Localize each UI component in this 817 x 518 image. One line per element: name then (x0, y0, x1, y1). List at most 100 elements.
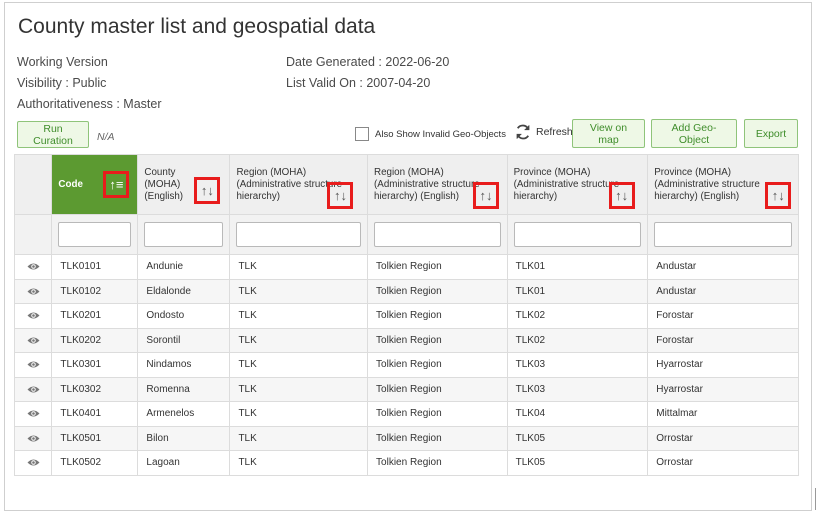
table-cell: TLK (229, 327, 369, 353)
table-row[interactable]: TLK0202 Sorontil TLK Tolkien Region TLK02 For… (13, 327, 799, 353)
view-cell[interactable] (13, 401, 53, 427)
run-curation-button[interactable]: Run Curation (17, 121, 89, 148)
table-row[interactable]: TLK0401 Armenelos TLK Tolkien Region TLK04 Mi… (13, 401, 799, 427)
view-cell[interactable] (13, 303, 53, 329)
sort-icon[interactable]: ↑↓ (608, 182, 635, 209)
view-cell[interactable] (13, 327, 53, 353)
table-row[interactable]: TLK0102 Eldalonde TLK Tolkien Region TLK01 An… (13, 278, 799, 304)
eye-icon[interactable] (27, 311, 40, 320)
column-header-county[interactable]: County (MOHA) (English) ↑↓ (137, 154, 231, 215)
table-cell: Lagoan (137, 450, 231, 476)
sort-ascending-icon[interactable]: ↑≡ (103, 171, 130, 198)
table-cell: TLK03 (506, 376, 649, 402)
region-english-filter-input[interactable] (374, 222, 501, 247)
filter-cell (367, 214, 508, 255)
curation-status-text: N/A (97, 131, 115, 143)
table-cell: Forostar (647, 303, 799, 329)
table-row[interactable]: TLK0201 Ondosto TLK Tolkien Region TLK02 Foro… (13, 303, 799, 329)
working-version-label: Working Version (17, 55, 108, 69)
table-row[interactable]: TLK0101 Andunie TLK Tolkien Region TLK01 Andu… (13, 254, 799, 280)
column-header-label: Province (MOHA) (Administrative structur… (654, 166, 760, 202)
filter-cell (506, 214, 649, 255)
column-header-province-english[interactable]: Province (MOHA) (Administrative structur… (647, 154, 799, 215)
view-cell[interactable] (13, 425, 53, 451)
table-cell: TLK0302 (51, 376, 139, 402)
table-cell: Forostar (647, 327, 799, 353)
filter-cell (137, 214, 231, 255)
province-english-filter-input[interactable] (654, 222, 792, 247)
table-cell: Andunie (137, 254, 231, 280)
province-filter-input[interactable] (513, 222, 642, 247)
table-cell: TLK0501 (51, 425, 139, 451)
column-header-region[interactable]: Region (MOHA) (Administrative structure … (229, 154, 369, 215)
view-cell[interactable] (13, 450, 53, 476)
authoritativeness-label: Authoritativeness : Master (17, 97, 162, 111)
filter-cell (51, 214, 139, 255)
geo-object-table: Code ↑≡ County (MOHA) (English) ↑↓ Regio… (13, 154, 799, 476)
table-cell: TLK02 (506, 303, 649, 329)
table-cell: TLK03 (506, 352, 649, 378)
table-cell: Ondosto (137, 303, 231, 329)
eye-icon[interactable] (27, 336, 40, 345)
add-geo-object-button[interactable]: Add Geo-Object (651, 119, 737, 148)
table-cell: TLK (229, 376, 369, 402)
table-row[interactable]: TLK0501 Bilon TLK Tolkien Region TLK05 Orrost… (13, 425, 799, 451)
export-button[interactable]: Export (744, 119, 798, 148)
table-cell: TLK (229, 401, 369, 427)
sort-icon[interactable]: ↑↓ (765, 182, 792, 209)
county-filter-input[interactable] (144, 222, 224, 247)
list-valid-on-label: List Valid On : 2007-04-20 (286, 76, 431, 90)
table-cell: Tolkien Region (367, 450, 508, 476)
column-header-province[interactable]: Province (MOHA) (Administrative structur… (506, 154, 649, 215)
eye-icon[interactable] (27, 287, 40, 296)
table-cell: Tolkien Region (367, 376, 508, 402)
sort-icon[interactable]: ↑↓ (473, 182, 500, 209)
view-on-map-button[interactable]: View on map (572, 119, 645, 148)
table-cell: TLK (229, 450, 369, 476)
show-invalid-label: Also Show Invalid Geo-Objects (375, 128, 506, 140)
table-cell: Tolkien Region (367, 254, 508, 280)
table-cell: Tolkien Region (367, 401, 508, 427)
view-column-header (13, 154, 53, 215)
table-cell: Orrostar (647, 425, 799, 451)
table-cell: TLK (229, 425, 369, 451)
table-cell: Hyarrostar (647, 376, 799, 402)
filter-cell (229, 214, 369, 255)
table-row[interactable]: TLK0301 Nindamos TLK Tolkien Region TLK03 Hya… (13, 352, 799, 378)
refresh-button[interactable]: Refresh (514, 123, 573, 141)
column-header-label: Code (58, 178, 83, 190)
table-cell: Tolkien Region (367, 303, 508, 329)
view-cell[interactable] (13, 254, 53, 280)
table-cell: Orrostar (647, 450, 799, 476)
view-cell[interactable] (13, 376, 53, 402)
table-cell: TLK04 (506, 401, 649, 427)
refresh-icon (516, 124, 530, 140)
table-cell: Romenna (137, 376, 231, 402)
view-cell[interactable] (13, 352, 53, 378)
table-cell: TLK0101 (51, 254, 139, 280)
code-filter-input[interactable] (58, 222, 132, 247)
table-cell: Armenelos (137, 401, 231, 427)
column-header-region-english[interactable]: Region (MOHA) (Administrative structure … (367, 154, 508, 215)
table-cell: Bilon (137, 425, 231, 451)
table-cell: Tolkien Region (367, 352, 508, 378)
table-row[interactable]: TLK0302 Romenna TLK Tolkien Region TLK03 Hyar… (13, 376, 799, 402)
show-invalid-checkbox[interactable] (355, 127, 369, 141)
view-cell[interactable] (13, 278, 53, 304)
show-invalid-toggle[interactable]: Also Show Invalid Geo-Objects (355, 127, 506, 141)
eye-icon[interactable] (27, 262, 40, 271)
date-generated-label: Date Generated : 2022-06-20 (286, 55, 450, 69)
table-cell: TLK01 (506, 254, 649, 280)
eye-icon[interactable] (27, 434, 40, 443)
table-cell: TLK (229, 278, 369, 304)
column-header-code[interactable]: Code ↑≡ (51, 154, 139, 215)
sort-icon[interactable]: ↑↓ (327, 182, 354, 209)
table-row[interactable]: TLK0502 Lagoan TLK Tolkien Region TLK05 Orros… (13, 450, 799, 476)
eye-icon[interactable] (27, 360, 40, 369)
eye-icon[interactable] (27, 458, 40, 467)
region-filter-input[interactable] (236, 222, 362, 247)
eye-icon[interactable] (27, 385, 40, 394)
sort-icon[interactable]: ↑↓ (194, 177, 221, 204)
table-cell: TLK02 (506, 327, 649, 353)
eye-icon[interactable] (27, 409, 40, 418)
